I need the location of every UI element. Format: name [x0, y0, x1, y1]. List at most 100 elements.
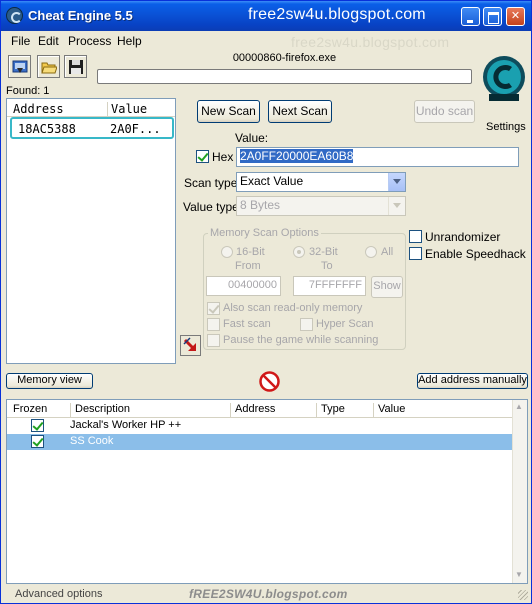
clear-list-button[interactable]: [259, 371, 280, 392]
menu-file[interactable]: File: [11, 34, 30, 48]
chevron-down-icon[interactable]: [388, 197, 405, 215]
cheat-engine-logo[interactable]: [479, 51, 529, 109]
results-header-address[interactable]: Address: [13, 102, 64, 116]
footer-watermark: fREE2SW4U.blogspot.com: [189, 587, 348, 601]
readonly-memory-label: Also scan read-only memory: [223, 302, 363, 314]
header-description[interactable]: Description: [70, 403, 130, 417]
red-arrow-icon: [183, 337, 197, 352]
save-button[interactable]: [64, 55, 87, 78]
close-button[interactable]: ✕: [506, 7, 525, 26]
cheat-engine-window: Cheat Engine 5.5 free2sw4u.blogspot.com …: [0, 0, 532, 604]
result-row[interactable]: 18AC5388 2A0F...: [10, 117, 174, 139]
next-scan-button[interactable]: Next Scan: [268, 100, 332, 123]
advanced-options-link[interactable]: Advanced options: [15, 588, 102, 600]
no-entry-icon: [259, 371, 280, 392]
menu-edit[interactable]: Edit: [38, 34, 59, 48]
header-value[interactable]: Value: [373, 403, 405, 417]
memory-view-button[interactable]: Memory view: [6, 373, 93, 389]
result-value: 2A0F...: [110, 122, 161, 136]
cheat-engine-logo-icon: [483, 56, 525, 101]
chevron-down-icon[interactable]: [388, 173, 405, 191]
open-folder-icon: [41, 62, 57, 74]
row-description: SS Cook: [70, 435, 114, 447]
save-icon: [69, 60, 83, 74]
new-scan-button[interactable]: New Scan: [197, 100, 260, 123]
unrandomizer-checkbox[interactable]: [409, 230, 422, 243]
value-input-text: 2A0FF20000EA60B8: [240, 149, 354, 163]
scan-type-value: Exact Value: [240, 174, 304, 188]
pause-game-label: Pause the game while scanning: [223, 334, 379, 346]
value-type-select[interactable]: 8 Bytes: [236, 196, 406, 216]
value-input[interactable]: 2A0FF20000EA60B8: [236, 147, 519, 167]
process-name: 00000860-firefox.exe: [232, 52, 337, 64]
menu-bar: File Edit Process Help: [1, 31, 531, 51]
menu-edit-label: Edit: [38, 34, 59, 48]
radio-all-label: All: [381, 246, 394, 258]
address-list[interactable]: Frozen Description Address Type Value Ja…: [6, 399, 528, 584]
title-bar[interactable]: Cheat Engine 5.5 free2sw4u.blogspot.com …: [1, 1, 531, 31]
radio-32bit-label: 32-Bit: [309, 246, 338, 258]
menu-process-label: Process: [68, 34, 112, 48]
speedhack-checkbox[interactable]: [409, 247, 422, 260]
minimize-button[interactable]: [461, 7, 480, 26]
scroll-up-icon[interactable]: ▲: [515, 402, 523, 411]
memory-scan-options-title: Memory Scan Options: [208, 227, 321, 239]
results-header-value[interactable]: Value: [107, 102, 147, 117]
window-title: Cheat Engine 5.5: [28, 8, 133, 23]
header-address[interactable]: Address: [230, 403, 275, 417]
readonly-memory-checkbox[interactable]: [207, 302, 220, 315]
frozen-checkbox[interactable]: [31, 419, 44, 432]
menu-file-label: File: [11, 34, 31, 48]
open-process-icon: [12, 60, 28, 73]
header-frozen[interactable]: Frozen: [9, 403, 47, 417]
hex-checkbox[interactable]: [196, 150, 209, 163]
scan-results-list[interactable]: Address Value 18AC5388 2A0F...: [6, 98, 176, 364]
speedhack-label: Enable Speedhack: [425, 247, 526, 261]
table-row[interactable]: Jackal's Worker HP ++: [7, 418, 513, 434]
add-address-manually-button[interactable]: Add address manually: [417, 373, 528, 389]
radio-32bit[interactable]: [293, 246, 305, 258]
undo-scan-button[interactable]: Undo scan: [414, 100, 475, 123]
address-list-header: Frozen Description Address Type Value: [7, 400, 517, 418]
scroll-down-icon[interactable]: ▼: [515, 570, 523, 579]
fast-scan-checkbox[interactable]: [207, 318, 220, 331]
hyper-scan-label: Hyper Scan: [316, 318, 374, 330]
show-button[interactable]: Show: [371, 276, 403, 298]
value-label: Value:: [235, 131, 269, 145]
to-address-input[interactable]: 7FFFFFFF: [293, 276, 366, 296]
vertical-scrollbar[interactable]: ▲ ▼: [512, 400, 527, 583]
maximize-button[interactable]: [483, 7, 502, 26]
resize-grip[interactable]: [518, 590, 528, 600]
table-row[interactable]: SS Cook: [7, 434, 513, 450]
from-label: From: [235, 260, 261, 272]
add-to-list-button[interactable]: [180, 335, 201, 356]
menu-help[interactable]: Help: [117, 34, 142, 48]
pause-game-checkbox[interactable]: [207, 334, 220, 347]
to-label: To: [321, 260, 333, 272]
fast-scan-label: Fast scan: [223, 318, 271, 330]
radio-16bit-label: 16-Bit: [236, 246, 265, 258]
settings-link[interactable]: Settings: [486, 121, 526, 133]
frozen-checkbox[interactable]: [31, 435, 44, 448]
scan-progress-bar: [97, 69, 472, 84]
menu-help-label: Help: [117, 34, 142, 48]
unrandomizer-label: Unrandomizer: [425, 230, 501, 244]
menu-process[interactable]: Process: [68, 34, 111, 48]
radio-all[interactable]: [365, 246, 377, 258]
results-header: Address Value: [7, 99, 175, 117]
row-description: Jackal's Worker HP ++: [70, 419, 182, 431]
result-address: 18AC5388: [18, 122, 76, 136]
hex-label: Hex: [212, 150, 234, 164]
cheat-engine-app-icon: [6, 7, 23, 24]
from-address-input[interactable]: 00400000: [206, 276, 281, 296]
hyper-scan-checkbox[interactable]: [300, 318, 313, 331]
scan-type-label: Scan type: [184, 176, 238, 190]
open-process-button[interactable]: [8, 55, 31, 78]
title-watermark: free2sw4u.blogspot.com: [248, 6, 426, 23]
value-type-label: Value type: [183, 200, 239, 214]
open-file-button[interactable]: [37, 55, 60, 78]
scan-type-select[interactable]: Exact Value: [236, 172, 406, 192]
radio-16bit[interactable]: [221, 246, 233, 258]
header-type[interactable]: Type: [316, 403, 345, 417]
value-type-value: 8 Bytes: [240, 198, 281, 212]
